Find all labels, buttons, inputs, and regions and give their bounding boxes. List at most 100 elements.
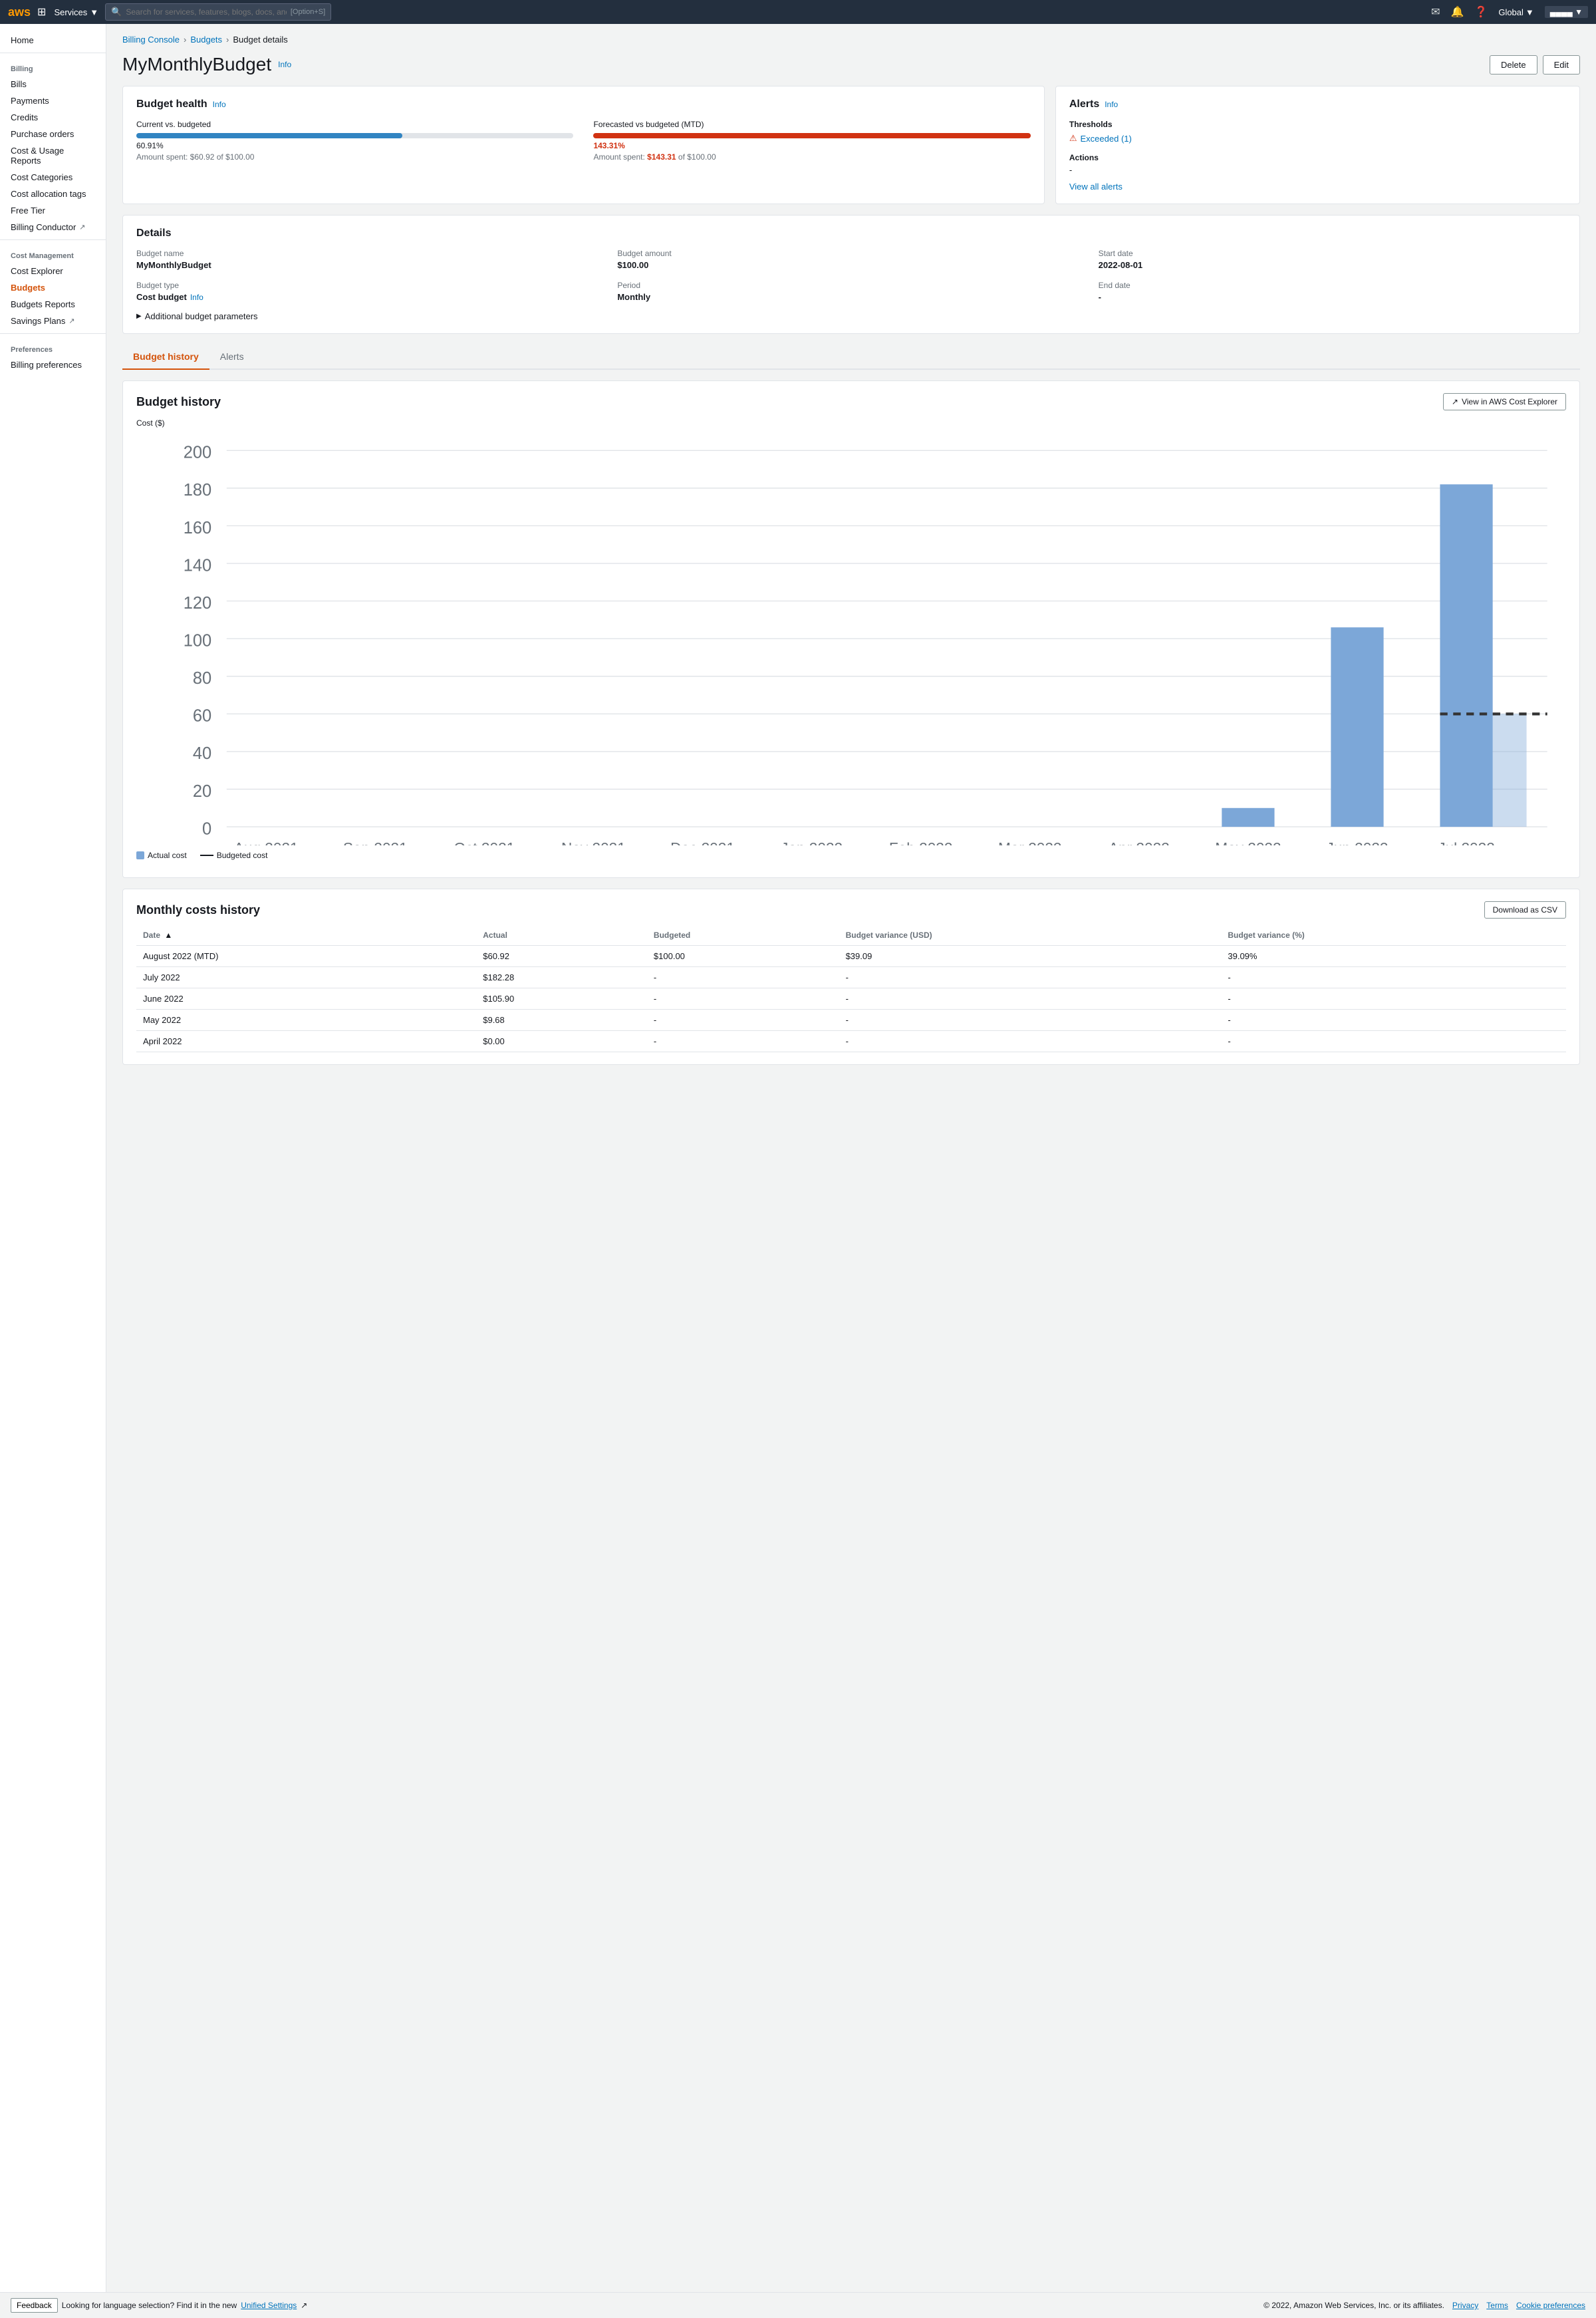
account-menu[interactable]: ▄▄▄▄ ▼ — [1545, 6, 1588, 18]
table-row: May 2022 $9.68 - - - — [136, 1010, 1566, 1031]
external-link-icon: ↗ — [79, 223, 85, 231]
actions-value: - — [1069, 165, 1566, 175]
sidebar-item-billing-conductor[interactable]: Billing Conductor ↗ — [0, 219, 106, 235]
sidebar-item-purchase-orders[interactable]: Purchase orders — [0, 126, 106, 142]
alerts-card-title: Alerts Info — [1069, 98, 1566, 110]
forecasted-progress-bar-bg — [593, 133, 1030, 138]
sidebar-item-credits[interactable]: Credits — [0, 109, 106, 126]
forecasted-progress-spent: Amount spent: $143.31 of $100.00 — [593, 152, 1030, 162]
row-date: August 2022 (MTD) — [136, 946, 476, 967]
svg-text:160: 160 — [184, 519, 211, 537]
sidebar-section-cost-management: Cost Management — [0, 244, 106, 263]
breadcrumb-budgets[interactable]: Budgets — [190, 35, 222, 45]
svg-text:Nov 2021: Nov 2021 — [561, 840, 626, 846]
svg-text:80: 80 — [193, 669, 211, 688]
detail-period: Period Monthly — [617, 281, 1085, 302]
view-in-cost-explorer-button[interactable]: ↗ View in AWS Cost Explorer — [1443, 393, 1566, 410]
sidebar-item-cost-explorer[interactable]: Cost Explorer — [0, 263, 106, 279]
forecasted-vs-budgeted: Forecasted vs budgeted (MTD) 143.31% Amo… — [593, 120, 1030, 162]
app-layout: Home Billing Bills Payments Credits Purc… — [0, 24, 1596, 2292]
legend-actual-sq — [136, 851, 144, 859]
sidebar-item-home[interactable]: Home — [0, 32, 106, 49]
svg-text:60: 60 — [193, 707, 211, 726]
search-shortcut: [Option+S] — [291, 8, 325, 16]
help-icon[interactable]: ❓ — [1474, 5, 1488, 19]
tabs-bar: Budget history Alerts — [122, 345, 1580, 370]
row-actual: $0.00 — [476, 1031, 647, 1052]
current-vs-budgeted-label: Current vs. budgeted — [136, 120, 573, 129]
download-csv-button[interactable]: Download as CSV — [1484, 901, 1566, 919]
chart-svg-wrapper: 200 180 160 140 120 — [136, 432, 1566, 845]
sidebar: Home Billing Bills Payments Credits Purc… — [0, 24, 106, 2292]
main-content: Billing Console › Budgets › Budget detai… — [106, 24, 1596, 2292]
alerts-info-button[interactable]: Info — [1105, 100, 1118, 109]
detail-budget-amount: Budget amount $100.00 — [617, 249, 1085, 270]
svg-text:40: 40 — [193, 744, 211, 763]
monthly-costs-header-row: Date ▲ Actual Budgeted Budget variance (… — [136, 925, 1566, 946]
budget-health-info[interactable]: Info — [213, 100, 226, 109]
row-budgeted: - — [647, 1031, 839, 1052]
search-input[interactable] — [126, 7, 287, 17]
mail-icon[interactable]: ✉ — [1431, 5, 1440, 19]
unified-settings-link[interactable]: Unified Settings — [241, 2301, 297, 2310]
forecasted-progress-pct: 143.31% — [593, 141, 1030, 150]
footer-left: Feedback Looking for language selection?… — [11, 2298, 307, 2313]
services-button[interactable]: Services ▼ — [54, 7, 98, 17]
detail-budget-type: Budget type Cost budget Info — [136, 281, 604, 302]
view-all-alerts-link[interactable]: View all alerts — [1069, 182, 1566, 192]
sidebar-item-bills[interactable]: Bills — [0, 76, 106, 92]
row-budgeted: - — [647, 988, 839, 1010]
sidebar-item-savings-plans[interactable]: Savings Plans ↗ — [0, 313, 106, 329]
bell-icon[interactable]: 🔔 — [1450, 5, 1464, 19]
region-label: Global — [1498, 7, 1524, 17]
privacy-link[interactable]: Privacy — [1452, 2301, 1478, 2310]
budget-history-chart-area: Cost ($) 200 180 160 — [136, 418, 1566, 860]
terms-link[interactable]: Terms — [1486, 2301, 1508, 2310]
grid-icon: ⊞ — [37, 5, 46, 19]
sidebar-item-cost-allocation-tags[interactable]: Cost allocation tags — [0, 186, 106, 202]
svg-text:200: 200 — [184, 444, 211, 462]
sidebar-item-free-tier[interactable]: Free Tier — [0, 202, 106, 219]
breadcrumb-current: Budget details — [233, 35, 287, 45]
sidebar-item-cost-usage-reports[interactable]: Cost & Usage Reports — [0, 142, 106, 169]
services-label: Services — [54, 7, 87, 17]
legend-budgeted-line — [200, 855, 213, 856]
page-actions: Delete Edit — [1490, 55, 1580, 74]
cookie-preferences-link[interactable]: Cookie preferences — [1516, 2301, 1585, 2310]
svg-text:180: 180 — [184, 481, 211, 500]
svg-text:Apr 2022: Apr 2022 — [1109, 840, 1170, 846]
tab-alerts[interactable]: Alerts — [209, 345, 255, 370]
chevron-down-icon: ▼ — [90, 7, 98, 17]
details-card: Details Budget name MyMonthlyBudget Budg… — [122, 215, 1580, 334]
budget-type-info[interactable]: Info — [190, 293, 203, 302]
current-progress-bar-bg — [136, 133, 573, 138]
row-variance-pct: - — [1221, 988, 1566, 1010]
feedback-button[interactable]: Feedback — [11, 2298, 58, 2313]
tab-budget-history[interactable]: Budget history — [122, 345, 209, 370]
sidebar-item-payments[interactable]: Payments — [0, 92, 106, 109]
sidebar-item-budgets[interactable]: Budgets — [0, 279, 106, 296]
search-bar[interactable]: 🔍 [Option+S] — [105, 3, 331, 21]
row-variance-usd: $39.09 — [839, 946, 1222, 967]
sort-icon[interactable]: ▲ — [164, 931, 172, 940]
delete-button[interactable]: Delete — [1490, 55, 1537, 74]
monthly-costs-section: Monthly costs history Download as CSV Da… — [122, 889, 1580, 1065]
sidebar-item-billing-preferences[interactable]: Billing preferences — [0, 357, 106, 373]
edit-button[interactable]: Edit — [1543, 55, 1580, 74]
region-chevron-icon: ▼ — [1526, 7, 1534, 17]
sidebar-item-budgets-reports[interactable]: Budgets Reports — [0, 296, 106, 313]
row-variance-pct: 39.09% — [1221, 946, 1566, 967]
bar-aug2022-partial — [1493, 714, 1527, 827]
additional-budget-params[interactable]: ▶ Additional budget parameters — [136, 311, 1566, 321]
alerts-card: Alerts Info Thresholds ⚠ Exceeded (1) Ac… — [1055, 86, 1580, 204]
page-info-button[interactable]: Info — [278, 60, 291, 69]
row-date: April 2022 — [136, 1031, 476, 1052]
chart-x-axis: Aug 2021 Sep 2021 Oct 2021 Nov 2021 Dec … — [234, 840, 1495, 846]
breadcrumb-billing-console[interactable]: Billing Console — [122, 35, 180, 45]
col-variance-pct: Budget variance (%) — [1221, 925, 1566, 946]
budget-history-section: Budget history ↗ View in AWS Cost Explor… — [122, 380, 1580, 878]
breadcrumb-sep-1: › — [184, 35, 186, 45]
chart-legend: Actual cost Budgeted cost — [136, 851, 1566, 860]
region-selector[interactable]: Global ▼ — [1498, 7, 1533, 17]
sidebar-item-cost-categories[interactable]: Cost Categories — [0, 169, 106, 186]
